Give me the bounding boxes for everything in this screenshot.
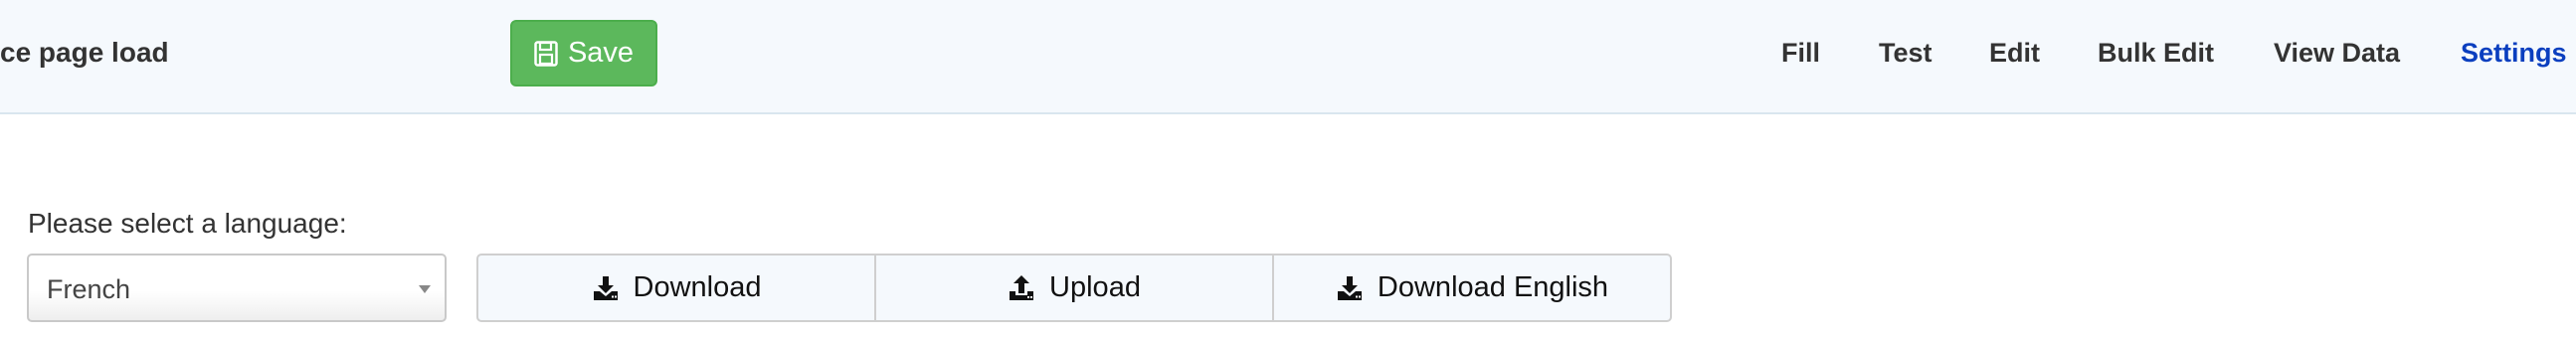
language-label: Please select a language:	[28, 208, 347, 239]
top-bar: ce page load Save Fill Test Edit Bulk Ed…	[0, 0, 2576, 114]
dropdown-caret-icon	[419, 285, 431, 293]
form-title: ce page load	[0, 37, 169, 68]
translation-actions: Download Upload Download English	[476, 254, 1672, 322]
floppy-disk-icon	[534, 40, 558, 67]
upload-label: Upload	[1049, 271, 1141, 303]
nav-test[interactable]: Test	[1879, 34, 1932, 74]
save-label: Save	[567, 37, 635, 69]
nav-edit[interactable]: Edit	[1989, 34, 2040, 74]
upload-icon	[1010, 274, 1034, 300]
nav-fill[interactable]: Fill	[1781, 34, 1820, 74]
nav-view-data[interactable]: View Data	[2274, 34, 2400, 74]
download-icon	[1337, 275, 1362, 300]
save-button[interactable]: Save	[510, 20, 657, 86]
language-select[interactable]: French	[27, 254, 447, 322]
download-button[interactable]: Download	[476, 254, 876, 322]
language-select-value: French	[47, 274, 131, 304]
download-label: Download	[633, 271, 762, 303]
nav-bulk-edit[interactable]: Bulk Edit	[2098, 34, 2214, 74]
upload-button[interactable]: Upload	[874, 254, 1274, 322]
download-english-button[interactable]: Download English	[1272, 254, 1672, 322]
nav-settings[interactable]: Settings	[2461, 34, 2567, 74]
download-english-label: Download English	[1377, 271, 1609, 303]
download-icon	[593, 275, 618, 300]
